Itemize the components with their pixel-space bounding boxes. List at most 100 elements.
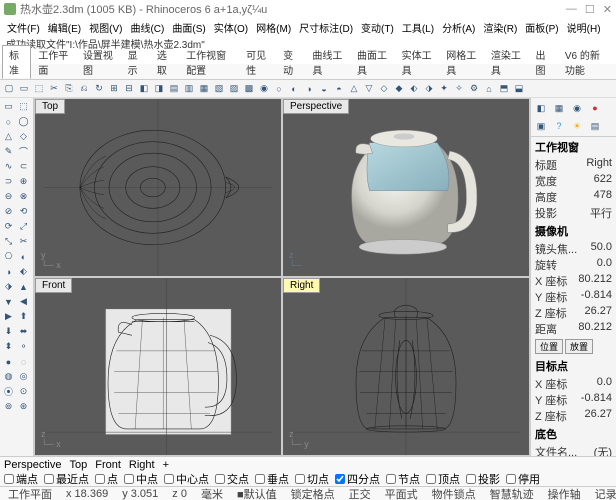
main-tab[interactable]: 变动 <box>276 45 305 79</box>
status-item[interactable]: 锁定格点 <box>287 486 339 500</box>
osnap-option[interactable]: 中心点 <box>164 472 209 486</box>
property-value[interactable]: 0.0 <box>597 257 612 273</box>
toolbar-icon[interactable]: ◐ <box>287 82 301 96</box>
main-tab[interactable]: 设置视图 <box>76 45 121 79</box>
toolbar-icon[interactable]: ⎘ <box>62 82 76 96</box>
property-value[interactable]: 26.27 <box>584 408 612 424</box>
toolbar-icon[interactable]: ⬖ <box>407 82 421 96</box>
main-tab[interactable]: 选取 <box>150 45 179 79</box>
side-tool-icon[interactable]: ⌒ <box>16 144 31 159</box>
side-tool-icon[interactable]: ⊙ <box>16 384 31 399</box>
osnap-option[interactable]: 投影 <box>466 472 500 486</box>
side-tool-icon[interactable]: ⬌ <box>16 324 31 339</box>
layers-icon[interactable]: ▦ <box>551 100 567 116</box>
property-row[interactable]: 宽度622 <box>531 173 616 189</box>
osnap-checkbox[interactable] <box>386 474 396 484</box>
status-item[interactable]: 毫米 <box>197 486 227 500</box>
menu-item[interactable]: 文件(F) <box>4 20 43 35</box>
viewport-tab[interactable]: Front <box>95 459 121 471</box>
side-tool-icon[interactable]: △ <box>1 129 16 144</box>
status-item[interactable]: z 0 <box>168 488 191 500</box>
property-row[interactable]: X 座标0.0 <box>531 376 616 392</box>
property-row[interactable]: Y 座标-0.814 <box>531 289 616 305</box>
viewport-tab[interactable]: Perspective <box>4 459 61 471</box>
viewport-tab[interactable]: Right <box>129 459 155 471</box>
toolbar-icon[interactable]: ↻ <box>92 82 106 96</box>
render-icon[interactable]: ● <box>587 100 603 116</box>
toolbar-icon[interactable]: ✦ <box>437 82 451 96</box>
viewport-label-perspective[interactable]: Perspective <box>283 99 349 114</box>
toolbar-icon[interactable]: ▤ <box>167 82 181 96</box>
status-item[interactable]: y 3.051 <box>118 488 162 500</box>
viewport-label-right[interactable]: Right <box>283 278 320 293</box>
side-tool-icon[interactable]: ⦿ <box>1 384 16 399</box>
display-icon[interactable]: ◉ <box>569 100 585 116</box>
side-tool-icon[interactable]: ▼ <box>1 294 16 309</box>
menu-item[interactable]: 实体(O) <box>211 20 251 35</box>
toolbar-icon[interactable]: ⎌ <box>77 82 91 96</box>
toolbar-icon[interactable]: ⬚ <box>32 82 46 96</box>
toolbar-icon[interactable]: ◑ <box>302 82 316 96</box>
property-value[interactable]: 50.0 <box>591 241 612 257</box>
toolbar-icon[interactable]: ○ <box>272 82 286 96</box>
side-tool-icon[interactable]: ◐ <box>16 249 31 264</box>
side-tool-icon[interactable]: ✎ <box>1 144 16 159</box>
properties-icon[interactable]: ◧ <box>533 100 549 116</box>
property-row[interactable]: Z 座标26.27 <box>531 305 616 321</box>
side-tool-icon[interactable]: ◍ <box>1 369 16 384</box>
menu-item[interactable]: 面板(P) <box>522 20 561 35</box>
side-tool-icon[interactable]: ⬖ <box>16 264 31 279</box>
toolbar-icon[interactable]: ⊞ <box>107 82 121 96</box>
osnap-option[interactable]: 中点 <box>124 472 158 486</box>
viewport-right[interactable]: Right <box>283 278 529 455</box>
toolbar-icon[interactable]: ▽ <box>362 82 376 96</box>
osnap-checkbox[interactable] <box>215 474 225 484</box>
toolbar-icon[interactable]: ◧ <box>137 82 151 96</box>
sun-icon[interactable]: ☀ <box>569 118 585 134</box>
property-row[interactable]: 距离80.212 <box>531 321 616 337</box>
viewport-front[interactable]: Front <box>35 278 281 455</box>
property-value[interactable]: -0.814 <box>581 289 612 305</box>
toolbar-icon[interactable]: ▦ <box>197 82 211 96</box>
side-tool-icon[interactable]: ⤡ <box>1 234 16 249</box>
menu-item[interactable]: 说明(H) <box>564 20 604 35</box>
main-tab[interactable]: 实体工具 <box>395 45 440 79</box>
side-tool-icon[interactable]: ● <box>1 354 16 369</box>
side-tool-icon[interactable]: ⟳ <box>1 219 16 234</box>
side-tool-icon[interactable]: ○ <box>1 114 16 129</box>
side-tool-icon[interactable]: ⎔ <box>1 249 16 264</box>
side-tool-icon[interactable]: ⊛ <box>16 399 31 414</box>
main-tab[interactable]: 曲面工具 <box>350 45 395 79</box>
menu-item[interactable]: 曲面(S) <box>169 20 208 35</box>
viewport-tab[interactable]: Top <box>69 459 87 471</box>
toolbar-icon[interactable]: ⬗ <box>422 82 436 96</box>
property-value[interactable]: 26.27 <box>584 305 612 321</box>
main-tab[interactable]: 工作视窗配置 <box>179 45 239 79</box>
toolbar-icon[interactable]: ⚙ <box>467 82 481 96</box>
property-row[interactable]: 镜头焦...50.0 <box>531 241 616 257</box>
side-tool-icon[interactable]: ▲ <box>16 279 31 294</box>
toolbar-icon[interactable]: ▭ <box>17 82 31 96</box>
main-tab[interactable]: 出图 <box>529 45 558 79</box>
toolbar-icon[interactable]: ◨ <box>152 82 166 96</box>
menu-item[interactable]: 渲染(R) <box>480 20 520 35</box>
menu-item[interactable]: 网格(M) <box>253 20 294 35</box>
main-tab[interactable]: 渲染工具 <box>484 45 529 79</box>
osnap-option[interactable]: 顶点 <box>426 472 460 486</box>
main-tab[interactable]: 工作平面 <box>31 45 76 79</box>
side-tool-icon[interactable]: ▭ <box>1 99 16 114</box>
main-tab[interactable]: 标准 <box>2 45 31 79</box>
osnap-checkbox[interactable] <box>426 474 436 484</box>
toolbar-icon[interactable]: ⌂ <box>482 82 496 96</box>
status-item[interactable]: ■默认值 <box>233 486 281 500</box>
side-tool-icon[interactable]: ⊚ <box>1 399 16 414</box>
toolbar-icon[interactable]: ✧ <box>452 82 466 96</box>
side-tool-icon[interactable]: ⬗ <box>1 279 16 294</box>
toolbar-icon[interactable]: ◆ <box>392 82 406 96</box>
osnap-checkbox[interactable] <box>124 474 134 484</box>
menu-item[interactable]: 尺寸标注(D) <box>296 20 356 35</box>
toolbar-icon[interactable]: ◉ <box>257 82 271 96</box>
toolbar-icon[interactable]: ▨ <box>227 82 241 96</box>
minimize-button[interactable]: — <box>566 3 577 16</box>
side-tool-icon[interactable]: ⤢ <box>16 219 31 234</box>
